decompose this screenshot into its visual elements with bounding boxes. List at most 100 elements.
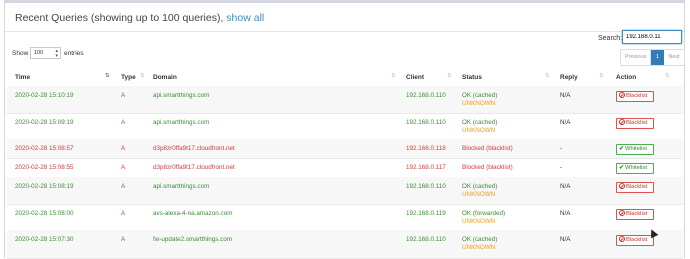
- action-label: Whitelist: [625, 165, 647, 171]
- whitelist-button[interactable]: ✔Whitelist: [616, 144, 654, 155]
- action-label: Blacklist: [626, 237, 648, 243]
- table-row: 2020-02-28 15:10:19 Aapi.smartthings.com 1…: [7, 86, 683, 114]
- cell-reply: -: [560, 145, 563, 152]
- ban-icon: [619, 183, 625, 189]
- blacklist-button[interactable]: Blacklist: [616, 91, 654, 102]
- cell-status: OK (cached): [462, 183, 498, 190]
- check-icon: ✔: [619, 165, 625, 171]
- action-label: Blacklist: [626, 184, 648, 190]
- entries-select-value: 100: [34, 50, 44, 56]
- header-divider: [5, 31, 684, 32]
- cell-time: 2020-02-28 15:08:57: [15, 145, 74, 152]
- ban-icon: [619, 92, 625, 98]
- cell-client: 192.168.0.110: [406, 236, 446, 243]
- col-status[interactable]: Status: [462, 74, 482, 81]
- cell-status: Blocked (blacklist): [462, 145, 513, 152]
- cell-domain: api.smartthings.com: [153, 119, 210, 126]
- table-row: 2020-02-28 15:08:00 Aavs-alexa-4-na.amazo…: [7, 204, 683, 231]
- action-label: Blacklist: [626, 120, 648, 126]
- col-time[interactable]: Time: [15, 74, 30, 81]
- table-row: 2020-02-28 15:08:19 Aapi.smartthings.com 1…: [7, 177, 683, 205]
- panel-title-text: Recent Queries (showing up to 100 querie…: [15, 12, 224, 24]
- cell-status: OK (cached): [462, 236, 498, 243]
- cell-time: 2020-02-28 15:07:30: [15, 236, 74, 243]
- cell-type: A: [121, 210, 126, 217]
- table-row: 2020-02-28 15:07:30 Afw-update2.smartthin…: [7, 230, 683, 259]
- cell-status: OK (cached): [462, 92, 498, 99]
- cell-domain: d3p8zr0ffa9t17.cloudfront.net: [153, 145, 235, 152]
- cell-reply: N/A: [560, 92, 571, 99]
- cell-client: 192.168.0.118: [406, 145, 446, 152]
- blacklist-button[interactable]: Blacklist: [616, 235, 654, 246]
- action-label: Blacklist: [626, 93, 648, 99]
- cell-domain: d3p8zr0ffa9t17.cloudfront.net: [153, 164, 235, 171]
- next-button[interactable]: Next: [664, 50, 683, 65]
- cell-reply: N/A: [560, 183, 571, 190]
- action-label: Whitelist: [625, 146, 647, 152]
- cell-time: 2020-02-28 15:09:19: [15, 119, 74, 126]
- whitelist-button[interactable]: ✔Whitelist: [616, 163, 654, 174]
- cell-status-detail: UNKNOWN: [462, 100, 496, 107]
- pagination: Previous 1 Next: [620, 49, 685, 66]
- col-client[interactable]: Client: [406, 74, 424, 81]
- cell-client: 192.168.0.110: [406, 92, 446, 99]
- cell-reply: N/A: [560, 119, 571, 126]
- blacklist-button[interactable]: Blacklist: [616, 118, 654, 129]
- cell-status: OK (forwarded): [462, 210, 506, 217]
- ban-icon: [619, 119, 625, 125]
- sort-icon[interactable]: ⇅: [599, 73, 604, 79]
- check-icon: ✔: [619, 146, 625, 152]
- entries-select[interactable]: 100 ▴ ▾: [30, 47, 61, 59]
- ban-icon: [619, 236, 625, 242]
- show-label: Show: [12, 50, 29, 57]
- blacklist-button[interactable]: Blacklist: [616, 182, 654, 193]
- col-type[interactable]: Type: [121, 74, 136, 81]
- cell-status-detail: UNKNOWN: [462, 191, 496, 198]
- panel-title: Recent Queries (showing up to 100 querie…: [15, 12, 264, 30]
- search-label: Search:: [598, 35, 623, 42]
- sort-icon[interactable]: ⇅: [140, 73, 145, 79]
- cell-time: 2020-02-28 15:08:19: [15, 183, 74, 190]
- show-all-link[interactable]: show all: [226, 12, 264, 24]
- select-arrows-icon: ▴ ▾: [55, 48, 58, 59]
- cell-client: 192.168.0.110: [406, 183, 446, 190]
- entries-label: entries: [64, 50, 84, 57]
- col-reply[interactable]: Reply: [560, 74, 578, 81]
- sort-icon[interactable]: ⇅: [545, 73, 550, 79]
- col-domain[interactable]: Domain: [153, 74, 177, 81]
- sort-icon[interactable]: ⇅: [665, 73, 670, 79]
- cell-status: OK (cached): [462, 119, 498, 126]
- cell-domain: api.smartthings.com: [153, 183, 210, 190]
- cell-type: A: [121, 92, 126, 99]
- ban-icon: [619, 210, 625, 216]
- cell-domain: api.smartthings.com: [153, 92, 210, 99]
- cell-status-detail: UNKNOWN: [462, 127, 496, 134]
- sort-icon[interactable]: ⇅: [447, 73, 452, 79]
- table-header: Time ⇅ Type ⇅ Domain ⇅ Client ⇅ Status ⇅…: [7, 70, 683, 87]
- previous-button[interactable]: Previous: [621, 50, 652, 65]
- cell-type: A: [121, 164, 126, 171]
- search-input[interactable]: [622, 30, 682, 44]
- cell-status-detail: UNKNOWN: [462, 218, 496, 225]
- cell-domain: avs-alexa-4-na.amazon.com: [153, 210, 233, 217]
- cell-client: 192.168.0.117: [406, 164, 446, 171]
- cell-status: Blocked (blacklist): [462, 164, 513, 171]
- cell-client: 192.168.0.110: [406, 119, 446, 126]
- table-row: 2020-02-28 15:08:57 Ad3p8zr0ffa9t17.cloud…: [7, 139, 683, 159]
- action-label: Blacklist: [626, 211, 648, 217]
- page-1-button[interactable]: 1: [651, 50, 665, 65]
- cell-type: A: [121, 236, 126, 243]
- cell-client: 192.168.0.119: [406, 210, 446, 217]
- cell-status-detail: UNKNOWN: [462, 244, 496, 251]
- cell-time: 2020-02-28 15:10:19: [15, 92, 74, 99]
- table-row: 2020-02-28 15:08:55 Ad3p8zr0ffa9t17.cloud…: [7, 158, 683, 178]
- cell-reply: N/A: [560, 210, 571, 217]
- col-action: Action: [616, 74, 637, 81]
- sort-icon[interactable]: ⇅: [391, 73, 396, 79]
- cell-reply: N/A: [560, 236, 571, 243]
- sort-icon[interactable]: ⇅: [105, 73, 110, 79]
- blacklist-button[interactable]: Blacklist: [616, 209, 654, 220]
- cell-type: A: [121, 119, 126, 126]
- cell-time: 2020-02-28 15:08:55: [15, 164, 74, 171]
- table-row: 2020-02-28 15:09:19 Aapi.smartthings.com 1…: [7, 113, 683, 140]
